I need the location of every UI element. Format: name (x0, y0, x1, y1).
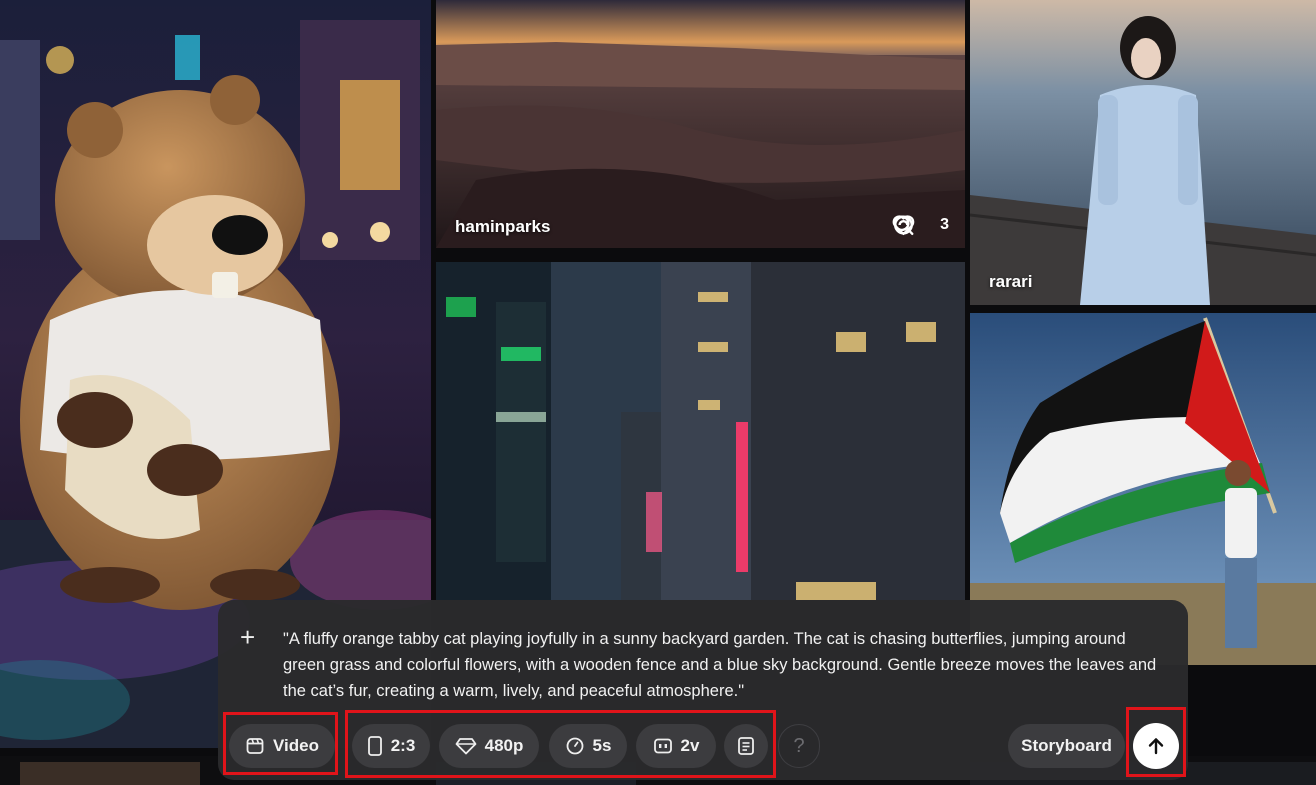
portrait-ratio-icon (367, 736, 382, 756)
prompt-composer: + "A fluffy orange tabby cat playing joy… (218, 600, 1188, 780)
variations-icon (653, 738, 672, 754)
arrow-up-icon (1148, 738, 1164, 755)
help-icon: ? (793, 734, 805, 757)
card-author-name[interactable]: rarari (989, 272, 1032, 292)
document-icon (738, 737, 754, 755)
like-button[interactable]: 3 (892, 214, 949, 236)
heart-icon (892, 215, 915, 236)
media-type-label: Video (273, 736, 319, 755)
gallery-tile-canyon[interactable]: haminparks 3 (436, 0, 965, 248)
storyboard-label: Storyboard (1021, 736, 1112, 755)
resolution-button[interactable]: 480p (439, 724, 539, 768)
diamond-icon (455, 738, 477, 755)
submit-button[interactable] (1133, 723, 1179, 769)
storyboard-button[interactable]: Storyboard (1008, 724, 1125, 768)
presets-button[interactable] (724, 724, 768, 768)
gallery-tile-girl-dock[interactable]: rarari (970, 0, 1316, 305)
gallery-tile-city[interactable] (436, 262, 965, 600)
duration-label: 5s (592, 736, 612, 755)
aspect-ratio-label: 2:3 (390, 736, 416, 755)
help-button[interactable]: ? (778, 724, 820, 768)
prompt-input[interactable]: "A fluffy orange tabby cat playing joyfu… (283, 626, 1163, 704)
card-author-name[interactable]: haminparks (455, 217, 550, 237)
aspect-ratio-button[interactable]: 2:3 (352, 724, 430, 768)
variations-label: 2v (680, 736, 700, 755)
card-actions: 3 (858, 214, 949, 236)
media-type-button[interactable]: Video (229, 724, 335, 768)
add-attachment-button[interactable]: + (240, 624, 262, 650)
resolution-label: 480p (484, 736, 524, 755)
variations-button[interactable]: 2v (636, 724, 716, 768)
clock-icon (566, 737, 583, 755)
duration-button[interactable]: 5s (549, 724, 627, 768)
video-icon (246, 738, 264, 754)
